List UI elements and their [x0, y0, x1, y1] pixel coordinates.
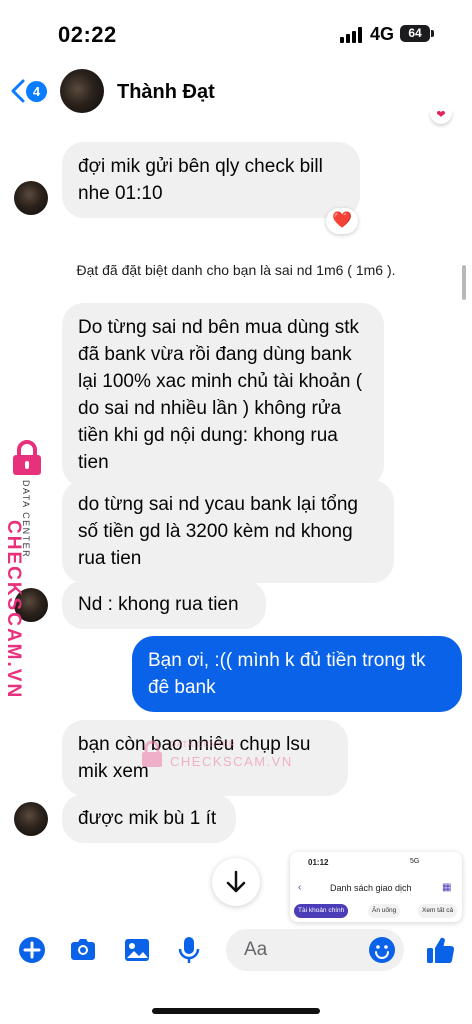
- battery-icon: 64: [400, 25, 430, 42]
- message-bubble-incoming[interactable]: do từng sai nd ycau bank lại tổng số tiề…: [62, 480, 394, 583]
- preview-time: 01:12: [308, 858, 329, 867]
- system-note: Đạt đã đặt biệt danh cho bạn là sai nd 1…: [76, 262, 396, 278]
- preview-qr-icon: ▦: [442, 882, 452, 893]
- emoji-icon[interactable]: [368, 936, 396, 964]
- back-chevron-icon[interactable]: [8, 78, 28, 104]
- unread-count-badge[interactable]: 4: [26, 81, 47, 102]
- preview-title: Danh sách giao dịch: [330, 883, 412, 893]
- signal-icon: [340, 27, 364, 43]
- network-label: 4G: [370, 24, 395, 44]
- watermark-center-subtitle: DATA CENTER: [170, 740, 236, 749]
- sender-avatar[interactable]: [14, 802, 48, 836]
- message-input[interactable]: [244, 937, 364, 963]
- message-input-container[interactable]: [226, 929, 404, 971]
- message-bubble-incoming[interactable]: Do từng sai nd bên mua dùng stk đã bank …: [62, 303, 384, 487]
- camera-icon[interactable]: [68, 935, 98, 965]
- preview-back-icon: ‹: [298, 882, 302, 893]
- status-bar: 02:22 4G 64: [0, 0, 472, 64]
- message-composer: [0, 925, 472, 985]
- preview-chip: Xem tất cả: [418, 904, 458, 918]
- watermark-center-brand: CHECKSCAM.VN: [170, 754, 293, 769]
- lock-icon: [13, 440, 41, 475]
- microphone-icon[interactable]: [174, 935, 204, 965]
- home-indicator[interactable]: [152, 1008, 320, 1014]
- message-bubble-incoming[interactable]: đợi mik gửi bên qly check bill nhe 01:10: [62, 142, 360, 218]
- conversation-header: 4 Thành Đạt ❤: [0, 64, 472, 124]
- heart-reaction-icon: ❤: [430, 110, 452, 124]
- contact-name[interactable]: Thành Đạt: [117, 81, 215, 104]
- image-icon[interactable]: [122, 935, 152, 965]
- sender-avatar[interactable]: [14, 181, 48, 215]
- message-bubble-incoming[interactable]: được mik bù 1 ít: [62, 794, 236, 843]
- battery-cap: [431, 30, 434, 37]
- scroll-to-bottom-button[interactable]: [212, 858, 260, 906]
- heart-reaction-icon[interactable]: ❤️: [326, 208, 358, 234]
- status-time: 02:22: [58, 22, 117, 47]
- message-bubble-outgoing[interactable]: Bạn ơi, :(( mình k đủ tiền trong tk đê b…: [132, 636, 462, 712]
- lock-icon: [142, 740, 162, 767]
- attachment-preview[interactable]: 01:12 5G ‹ Danh sách giao dịch ▦ Tài kho…: [290, 852, 462, 922]
- preview-chip: Tài khoản chính: [294, 904, 349, 918]
- watermark-subtitle: DATA CENTER: [21, 480, 31, 559]
- plus-icon[interactable]: [17, 935, 47, 965]
- watermark-center: DATA CENTER CHECKSCAM.VN: [140, 738, 300, 778]
- preview-status: 5G: [410, 858, 420, 865]
- message-bubble-incoming[interactable]: Nd : khong rua tien: [62, 580, 266, 629]
- arrow-down-icon: [226, 870, 246, 893]
- preview-chip: Ăn uống: [368, 904, 401, 918]
- contact-avatar[interactable]: [60, 69, 104, 113]
- thumbs-up-icon[interactable]: [424, 934, 456, 966]
- scrollbar[interactable]: [462, 265, 466, 300]
